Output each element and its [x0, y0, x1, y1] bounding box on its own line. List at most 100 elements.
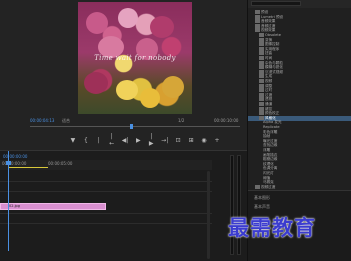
folder-icon [259, 83, 264, 88]
tree-item-label: 视频效果 [261, 28, 276, 33]
video-caption: Time wait for nobody [94, 54, 176, 62]
tree-item-label: 杂色与颗粒 [265, 60, 283, 65]
tree-item-label: 视频过渡 [261, 184, 276, 189]
folder-icon [259, 46, 264, 51]
tree-item-label: Lumetri 预设 [261, 14, 284, 19]
folder-icon [259, 37, 264, 42]
folder-icon [255, 19, 260, 24]
play-button[interactable]: ▶ [135, 137, 141, 144]
effects-folder[interactable]: 视频过渡 [248, 184, 351, 190]
folder-icon [259, 74, 264, 79]
tree-item-label: 查找边缘 [263, 143, 278, 148]
monitor-scrubber[interactable] [30, 124, 240, 129]
folder-icon [259, 88, 264, 93]
program-monitor: Time wait for nobody 00:00:04:13 适合 1/2 … [0, 0, 247, 150]
step-forward-button[interactable]: |▶ [148, 133, 154, 147]
transport-controls: ▼ { | |← ◀| ▶ |▶ →| ⊡ ⊞ ◉ + [70, 133, 220, 147]
rose-image [150, 16, 174, 38]
mark-in-button[interactable]: { [83, 137, 89, 144]
watermark-logo: 最需教育 [228, 216, 316, 240]
tree-item-label: 透视 [265, 97, 273, 102]
folder-icon [259, 92, 264, 97]
folder-icon [259, 102, 264, 106]
track-divider [0, 213, 212, 214]
folder-icon [259, 33, 264, 37]
tree-item-label: Obsolete [265, 33, 282, 37]
mark-out-button[interactable]: | [96, 137, 102, 144]
folder-icon [259, 51, 264, 56]
rose-image [140, 88, 160, 108]
tree-item-label: 调整 [265, 83, 273, 88]
tree-item-label: 画笔描边 [263, 152, 278, 157]
tree-item-label: 模糊与锐化 [265, 65, 283, 70]
folder-icon [255, 23, 260, 28]
folder-icon [259, 69, 264, 74]
button-editor-button[interactable]: + [214, 137, 220, 144]
essential-graphics-tab[interactable]: 基本图形 [254, 195, 270, 201]
tree-item-label: 键控 [265, 106, 273, 111]
tree-item-label: 扭曲 [265, 51, 273, 56]
folder-icon [259, 106, 264, 111]
timecode-duration: 00:00:10:00 [214, 118, 239, 123]
essential-sound-tab[interactable]: 基本声音 [254, 204, 270, 210]
folder-icon [259, 79, 264, 83]
tree-item-label: 粗糙边缘 [263, 157, 278, 162]
clip-name: 02.jpg [9, 204, 20, 208]
folder-icon [259, 60, 264, 65]
folder-icon [259, 97, 264, 102]
playhead[interactable] [130, 124, 133, 129]
tree-item-label: 浮雕 [263, 148, 271, 152]
timecode-current[interactable]: 00:00:04:13 [30, 118, 54, 123]
track-divider [0, 181, 212, 182]
tree-item-label: 过时 [265, 88, 273, 93]
tree-item-label: 阈值 [263, 175, 271, 180]
step-back-button[interactable]: ◀| [122, 137, 129, 144]
tree-item-label: 抽帧 [263, 134, 271, 139]
folder-icon [259, 65, 264, 70]
rose-image [116, 80, 138, 100]
add-marker-button[interactable]: ▼ [70, 137, 76, 144]
tree-item-label: Alpha 发光 [263, 120, 282, 125]
ruler-label-mark: 00:00:05:00 [48, 161, 73, 166]
rose-image [118, 8, 138, 28]
lift-button[interactable]: ⊡ [175, 137, 181, 144]
folder-icon [255, 184, 260, 189]
folder-icon [259, 42, 264, 47]
tree-item-label: 闪光灯 [263, 171, 274, 175]
tree-item-label: 颜色校正 [265, 111, 280, 116]
tree-item-label: 预设 [261, 10, 269, 14]
effects-search-input[interactable] [251, 1, 301, 6]
video-clip[interactable]: 02.jpg [0, 203, 106, 210]
rose-image [86, 12, 108, 34]
folder-icon [259, 56, 264, 60]
time-ruler[interactable]: 00:00:00:00 00:00:05:00 [0, 160, 212, 170]
folder-icon [255, 14, 260, 19]
folder-icon [255, 10, 260, 14]
tree-item-label: 变换 [265, 37, 273, 42]
timeline-scrollbar[interactable] [207, 171, 210, 259]
tree-item-label: Replicate [263, 125, 280, 129]
export-frame-button[interactable]: ◉ [201, 137, 207, 144]
rose-image [162, 76, 184, 98]
tree-item-label: 生成 [265, 74, 273, 79]
resolution-dropdown[interactable]: 1/2 [178, 118, 184, 123]
tree-item-label: 音频效果 [261, 19, 276, 24]
scrubber-track [30, 126, 240, 127]
folder-icon [255, 28, 260, 33]
timeline-timecode[interactable]: 00:00:00:00 [3, 154, 27, 159]
extract-button[interactable]: ⊞ [188, 137, 194, 144]
timeline-playhead[interactable] [8, 151, 9, 251]
folder-icon [259, 111, 264, 116]
track-divider [0, 191, 212, 192]
track-divider [0, 223, 212, 224]
go-to-in-button[interactable]: |← [109, 133, 115, 147]
tree-item-label: 通道 [265, 102, 273, 106]
tree-item-label: 视频 [265, 79, 273, 83]
tree-item-label: 时间 [265, 56, 273, 60]
tree-item-label: 图像控制 [265, 42, 280, 47]
rose-image [84, 72, 108, 94]
go-to-out-button[interactable]: →| [161, 137, 168, 144]
tree-item-label: 彩色浮雕 [263, 129, 278, 134]
work-area-bar[interactable] [8, 167, 48, 168]
effects-panel-header [248, 0, 351, 8]
